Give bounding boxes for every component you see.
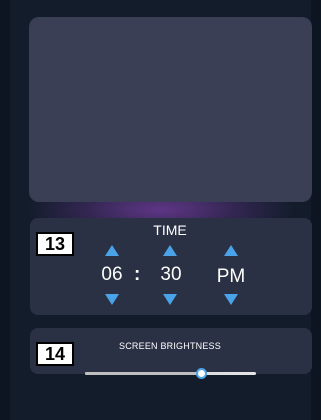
period-up-arrow-icon[interactable] [224, 245, 238, 256]
hour-value: 06 [101, 264, 123, 285]
right-edge [311, 0, 321, 420]
hour-up-arrow-icon[interactable] [105, 245, 119, 256]
minute-value: 30 [160, 264, 182, 285]
brightness-slider-fill [85, 372, 200, 375]
callout-badge-brightness: 14 [36, 342, 74, 366]
minute-down-arrow-icon[interactable] [163, 294, 177, 305]
minute-up-arrow-icon[interactable] [163, 245, 177, 256]
hour-down-arrow-icon[interactable] [105, 294, 119, 305]
period-down-arrow-icon[interactable] [224, 294, 238, 305]
brightness-slider-thumb[interactable] [195, 368, 207, 379]
left-edge [0, 0, 10, 420]
period-value: PM [216, 266, 246, 287]
display-screen [29, 17, 312, 202]
time-title: TIME [153, 222, 187, 238]
brightness-slider-track[interactable] [85, 372, 256, 375]
time-separator: : [134, 264, 141, 285]
brightness-label: SCREEN BRIGHTNESS [119, 341, 221, 351]
callout-badge-time: 13 [36, 232, 74, 256]
